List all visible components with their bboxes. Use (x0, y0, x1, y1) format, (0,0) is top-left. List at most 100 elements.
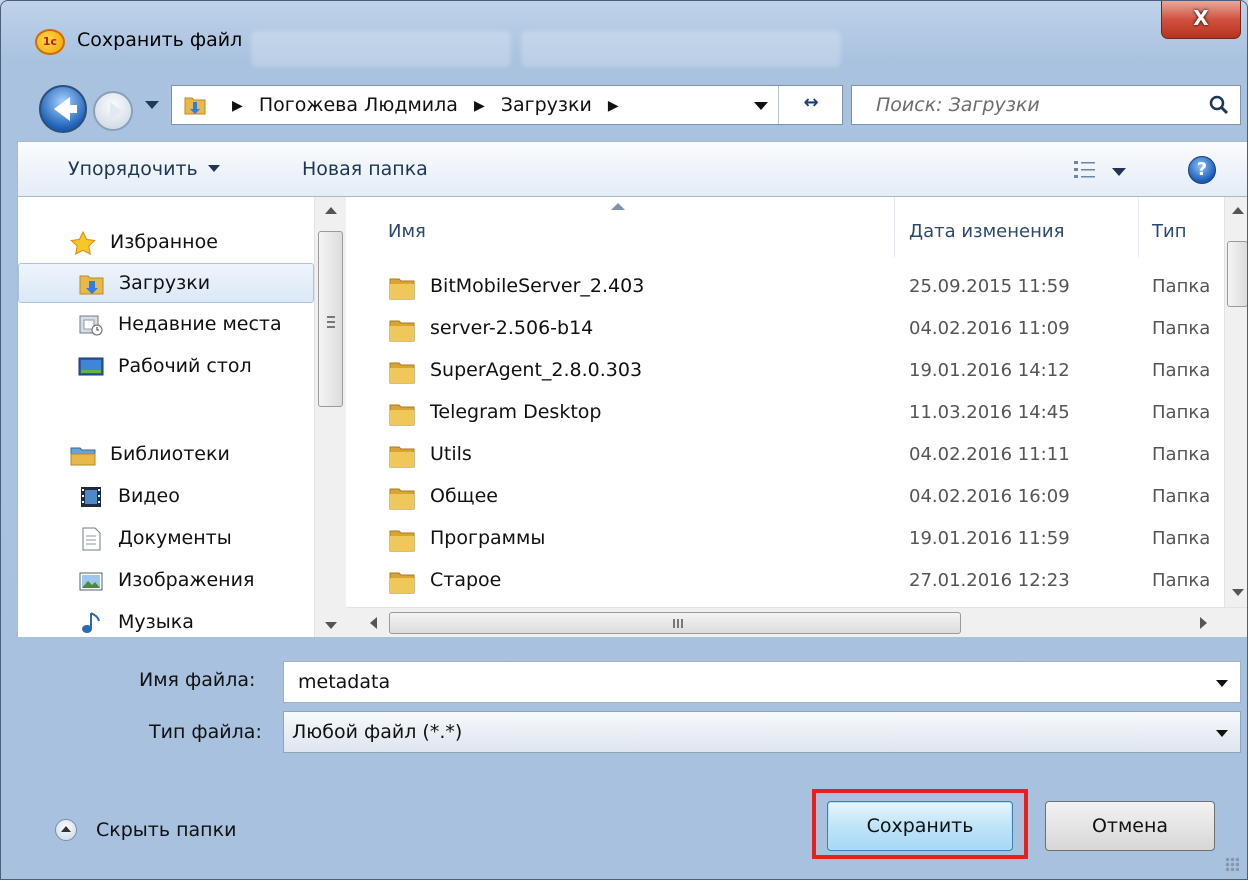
breadcrumb-item[interactable]: Погожева Людмила (259, 94, 458, 116)
resize-grip-icon[interactable] (1225, 857, 1239, 871)
filetype-select[interactable]: Любой файл (*.*) (283, 711, 1241, 753)
horizontal-scrollbar[interactable] (346, 607, 1247, 637)
folder-icon (389, 488, 415, 510)
save-button[interactable]: Сохранить (827, 801, 1013, 851)
filename-value: metadata (298, 671, 391, 693)
table-row[interactable]: Общее 04.02.2016 16:09 Папка (346, 477, 1222, 519)
filename-field[interactable]: metadata (283, 661, 1241, 703)
hide-folders-button[interactable]: Скрыть папки (96, 819, 236, 841)
filename-label: Имя файла: (139, 669, 256, 691)
sidebar-item-label: Библиотеки (110, 443, 230, 465)
desktop-icon (78, 357, 104, 376)
table-row[interactable]: Программы 19.01.2016 11:59 Папка (346, 519, 1222, 561)
scrollbar-thumb[interactable] (1227, 241, 1247, 307)
scroll-left-icon[interactable] (370, 617, 377, 629)
file-name: Utils (430, 443, 472, 465)
file-type: Папка (1152, 276, 1211, 297)
scroll-up-icon[interactable] (1232, 207, 1244, 214)
scroll-down-icon[interactable] (325, 622, 337, 629)
new-folder-button[interactable]: Новая папка (302, 158, 428, 180)
breadcrumb-item[interactable]: Загрузки (501, 94, 592, 116)
navigation-scrollbar[interactable] (314, 197, 346, 637)
chevron-down-icon[interactable] (1216, 680, 1228, 687)
file-date: 11.03.2016 14:45 (909, 402, 1070, 423)
address-bar[interactable]: ▶ Погожева Людмила ▶ Загрузки ▶ ↔ (171, 85, 843, 125)
folder-icon (389, 446, 415, 468)
help-icon[interactable]: ? (1188, 156, 1216, 184)
sidebar-item-downloads[interactable]: Загрузки (18, 263, 314, 303)
sidebar-item-recent-places[interactable]: Недавние места (18, 305, 314, 345)
pictures-icon (79, 572, 103, 591)
table-row[interactable]: server-2.506-b14 04.02.2016 11:09 Папка (346, 309, 1222, 351)
sidebar-group-libraries[interactable]: Библиотеки (18, 435, 314, 475)
sidebar-item-label: Изображения (118, 569, 255, 591)
divider (778, 86, 779, 124)
forward-button[interactable] (93, 91, 133, 131)
favorites-star-icon (70, 231, 96, 255)
file-type: Папка (1152, 318, 1211, 339)
search-input[interactable]: Поиск: Загрузки (851, 85, 1241, 125)
back-button[interactable] (39, 85, 87, 133)
scroll-right-icon[interactable] (1200, 617, 1207, 629)
breadcrumb-arrow-icon[interactable]: ▶ (608, 98, 619, 114)
scrollbar-thumb[interactable] (318, 231, 343, 407)
title-bar[interactable]: 1c Сохранить файл X (1, 1, 1247, 83)
cancel-button-label: Отмена (1091, 815, 1169, 837)
view-options-icon[interactable] (1073, 160, 1097, 180)
table-row[interactable]: BitMobileServer_2.403 25.09.2015 11:59 П… (346, 267, 1222, 309)
cancel-button[interactable]: Отмена (1045, 801, 1215, 851)
organize-button[interactable]: Упорядочить (68, 158, 220, 180)
close-button[interactable]: X (1161, 1, 1241, 39)
breadcrumb-arrow-icon[interactable]: ▶ (474, 98, 485, 114)
sidebar-item-music[interactable]: Музыка (18, 603, 314, 637)
file-date: 04.02.2016 16:09 (909, 486, 1070, 507)
table-row[interactable]: Старое 27.01.2016 12:23 Папка (346, 561, 1222, 603)
file-list-scrollbar[interactable] (1224, 197, 1247, 607)
command-bar: Упорядочить Новая папка ? (17, 141, 1247, 197)
sidebar-item-documents[interactable]: Документы (18, 519, 314, 559)
sidebar-item-desktop[interactable]: Рабочий стол (18, 347, 314, 387)
folder-icon (389, 572, 415, 594)
sidebar-item-pictures[interactable]: Изображения (18, 561, 314, 601)
search-icon[interactable] (1208, 94, 1230, 116)
file-type: Папка (1152, 444, 1211, 465)
column-header-type[interactable]: Тип (1152, 221, 1186, 242)
scrollbar-thumb[interactable] (389, 612, 961, 634)
column-header-date[interactable]: Дата изменения (909, 221, 1064, 242)
refresh-icon[interactable]: ↔ (786, 92, 836, 118)
address-history-dropdown[interactable] (754, 102, 768, 110)
documents-icon (82, 527, 101, 551)
folder-icon (389, 362, 415, 384)
column-header-name[interactable]: Имя (388, 221, 426, 242)
scroll-up-icon[interactable] (325, 207, 337, 214)
scroll-down-icon[interactable] (1232, 589, 1244, 596)
1c-logo-icon: 1c (35, 29, 65, 55)
sidebar-item-label: Рабочий стол (118, 355, 252, 377)
browser-area: Избранное Загрузки Недавние места Рабочи… (17, 197, 1247, 637)
column-headers: Имя Дата изменения Тип (346, 197, 1247, 261)
column-separator[interactable] (894, 197, 895, 257)
file-name: Программы (430, 527, 546, 549)
file-type: Папка (1152, 570, 1211, 591)
file-type: Папка (1152, 486, 1211, 507)
file-date: 19.01.2016 14:12 (909, 360, 1070, 381)
file-name: Старое (430, 569, 502, 591)
column-separator[interactable] (1138, 197, 1139, 257)
table-row[interactable]: Telegram Desktop 11.03.2016 14:45 Папка (346, 393, 1222, 435)
table-row[interactable]: Utils 04.02.2016 11:11 Папка (346, 435, 1222, 477)
sidebar-item-video[interactable]: Видео (18, 477, 314, 517)
file-type: Папка (1152, 360, 1211, 381)
video-icon (81, 487, 101, 507)
recent-locations-dropdown[interactable] (145, 101, 159, 109)
recent-places-icon (79, 315, 103, 336)
hide-folders-icon[interactable] (55, 819, 77, 841)
filetype-label: Тип файла: (149, 721, 262, 743)
sidebar-group-favorites[interactable]: Избранное (18, 223, 314, 263)
view-dropdown-icon[interactable] (1112, 168, 1126, 176)
table-row[interactable]: SuperAgent_2.8.0.303 19.01.2016 14:12 Па… (346, 351, 1222, 393)
folder-icon (389, 530, 415, 552)
window-title: Сохранить файл (77, 29, 243, 51)
file-date: 25.09.2015 11:59 (909, 276, 1070, 297)
breadcrumb-arrow-icon[interactable]: ▶ (232, 98, 243, 114)
downloads-folder-icon (79, 275, 104, 295)
